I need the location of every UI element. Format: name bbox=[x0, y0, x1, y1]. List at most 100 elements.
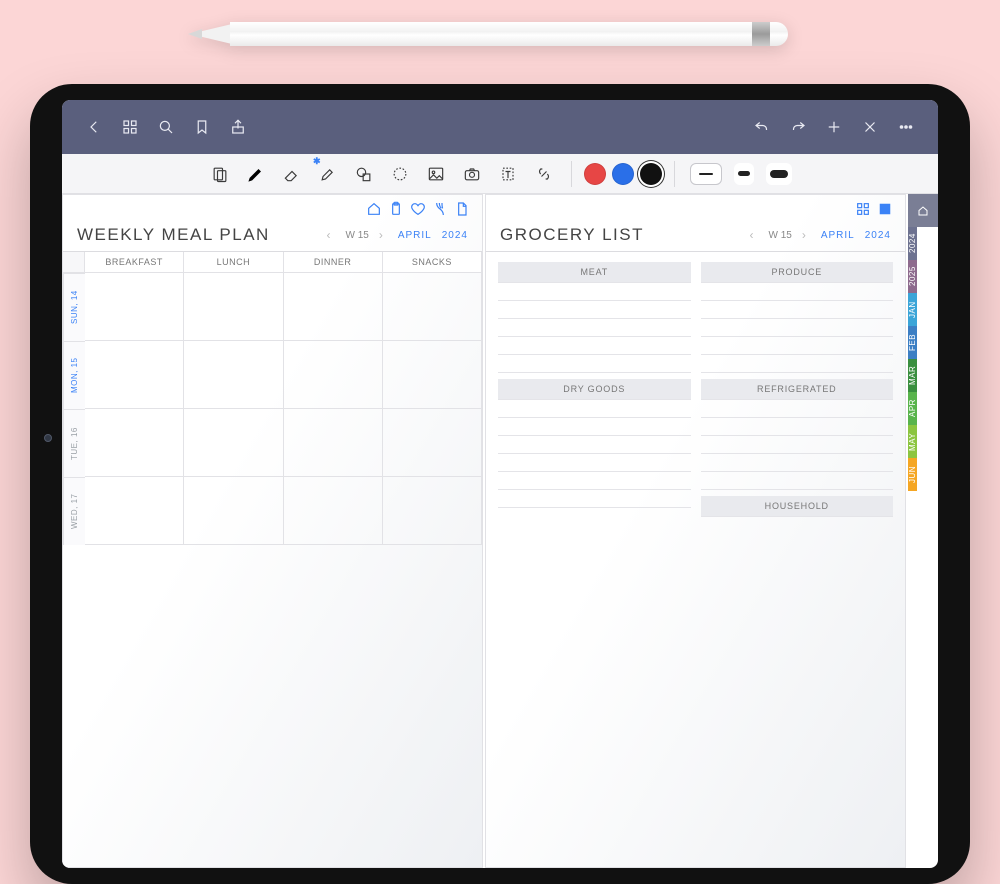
image-tool[interactable] bbox=[421, 159, 451, 189]
side-tab-home[interactable] bbox=[908, 194, 938, 227]
grocery-line[interactable] bbox=[498, 319, 691, 337]
shape-tool[interactable] bbox=[349, 159, 379, 189]
side-tab-apr[interactable]: APR bbox=[908, 392, 917, 425]
grocery-line[interactable] bbox=[498, 454, 691, 472]
meal-cell[interactable] bbox=[184, 409, 283, 477]
apple-pencil bbox=[190, 22, 810, 46]
stroke-size-1[interactable] bbox=[690, 163, 722, 185]
redo-button[interactable] bbox=[784, 113, 812, 141]
page-title-meal-plan: WEEKLY MEAL PLAN bbox=[77, 225, 270, 245]
share-button[interactable] bbox=[224, 113, 252, 141]
search-button[interactable] bbox=[152, 113, 180, 141]
year-label-r[interactable]: 2024 bbox=[865, 230, 891, 241]
pen-tool[interactable] bbox=[241, 159, 271, 189]
document-icon[interactable] bbox=[454, 201, 470, 217]
grocery-line[interactable] bbox=[498, 337, 691, 355]
grocery-section-header: REFRIGERATED bbox=[701, 379, 894, 399]
grocery-line[interactable] bbox=[498, 400, 691, 418]
tool-bar bbox=[62, 154, 938, 194]
eraser-tool[interactable] bbox=[277, 159, 307, 189]
grocery-line[interactable] bbox=[701, 301, 894, 319]
week-label: W 15 bbox=[346, 230, 369, 241]
grocery-line[interactable] bbox=[701, 454, 894, 472]
whisk-icon[interactable] bbox=[432, 201, 448, 217]
close-button[interactable] bbox=[856, 113, 884, 141]
grocery-line[interactable] bbox=[498, 472, 691, 490]
zoom-tool[interactable] bbox=[205, 159, 235, 189]
grocery-line[interactable] bbox=[498, 418, 691, 436]
week-next-r[interactable]: › bbox=[802, 228, 811, 242]
year-label[interactable]: 2024 bbox=[442, 230, 468, 241]
add-button[interactable] bbox=[820, 113, 848, 141]
heart-icon[interactable] bbox=[410, 201, 426, 217]
color-swatch-2[interactable] bbox=[640, 163, 662, 185]
back-button[interactable] bbox=[80, 113, 108, 141]
stroke-size-3[interactable] bbox=[766, 163, 792, 185]
meal-cell[interactable] bbox=[383, 477, 482, 545]
grocery-line[interactable] bbox=[498, 355, 691, 373]
meal-cell[interactable] bbox=[383, 341, 482, 409]
meal-cell[interactable] bbox=[284, 477, 383, 545]
grocery-line[interactable] bbox=[498, 490, 691, 508]
meal-cell[interactable] bbox=[85, 273, 184, 341]
page-meal-plan[interactable]: WEEKLY MEAL PLAN ‹ W 15 › APRIL 2024 BRE… bbox=[62, 194, 483, 868]
meal-cell[interactable] bbox=[184, 477, 283, 545]
grocery-line[interactable] bbox=[701, 319, 894, 337]
month-label[interactable]: APRIL bbox=[398, 230, 432, 241]
grocery-line[interactable] bbox=[701, 472, 894, 490]
meal-cell[interactable] bbox=[184, 341, 283, 409]
grocery-section-header: HOUSEHOLD bbox=[701, 496, 894, 516]
meal-cell[interactable] bbox=[85, 409, 184, 477]
meal-cell[interactable] bbox=[284, 273, 383, 341]
side-tab-2025[interactable]: 2025 bbox=[908, 260, 917, 293]
side-tab-mar[interactable]: MAR bbox=[908, 359, 917, 392]
link-tool[interactable] bbox=[529, 159, 559, 189]
home-icon[interactable] bbox=[366, 201, 382, 217]
camera-dot bbox=[44, 434, 52, 442]
side-tab-jun[interactable]: JUN bbox=[908, 458, 917, 491]
week-next[interactable]: › bbox=[379, 228, 388, 242]
side-tab-may[interactable]: MAY bbox=[908, 425, 917, 458]
grocery-line[interactable] bbox=[498, 283, 691, 301]
color-swatch-1[interactable] bbox=[612, 163, 634, 185]
clipboard-icon[interactable] bbox=[388, 201, 404, 217]
meal-cell[interactable] bbox=[85, 477, 184, 545]
week-prev-r[interactable]: ‹ bbox=[750, 228, 759, 242]
day-label[interactable]: WED, 17 bbox=[63, 477, 85, 545]
page-grocery-list[interactable]: GROCERY LIST ‹ W 15 › APRIL 2024 MEATDRY… bbox=[485, 194, 906, 868]
grocery-line[interactable] bbox=[701, 436, 894, 454]
meal-cell[interactable] bbox=[284, 409, 383, 477]
month-label-r[interactable]: APRIL bbox=[821, 230, 855, 241]
meal-cell[interactable] bbox=[383, 273, 482, 341]
bookmark-button[interactable] bbox=[188, 113, 216, 141]
thumbnails-button[interactable] bbox=[116, 113, 144, 141]
day-label[interactable]: MON, 15 bbox=[63, 341, 85, 409]
undo-button[interactable] bbox=[748, 113, 776, 141]
grocery-line[interactable] bbox=[498, 301, 691, 319]
day-label[interactable]: TUE, 16 bbox=[63, 409, 85, 477]
side-tab-feb[interactable]: FEB bbox=[908, 326, 917, 359]
lasso-tool[interactable] bbox=[385, 159, 415, 189]
day-label[interactable]: SUN, 14 bbox=[63, 273, 85, 341]
more-button[interactable] bbox=[892, 113, 920, 141]
camera-tool[interactable] bbox=[457, 159, 487, 189]
color-swatch-0[interactable] bbox=[584, 163, 606, 185]
grocery-line[interactable] bbox=[701, 283, 894, 301]
meal-cell[interactable] bbox=[85, 341, 184, 409]
meal-cell[interactable] bbox=[383, 409, 482, 477]
meal-cell[interactable] bbox=[284, 341, 383, 409]
side-tab-jan[interactable]: JAN bbox=[908, 293, 917, 326]
grid-icon[interactable] bbox=[855, 201, 871, 217]
stroke-size-2[interactable] bbox=[734, 163, 754, 185]
meal-column-header: SNACKS bbox=[383, 252, 482, 273]
grocery-line[interactable] bbox=[498, 436, 691, 454]
meal-cell[interactable] bbox=[184, 273, 283, 341]
grocery-line[interactable] bbox=[701, 418, 894, 436]
side-tab-2024[interactable]: 2024 bbox=[908, 227, 917, 260]
grocery-line[interactable] bbox=[701, 337, 894, 355]
grocery-line[interactable] bbox=[701, 355, 894, 373]
grocery-line[interactable] bbox=[701, 400, 894, 418]
text-tool[interactable] bbox=[493, 159, 523, 189]
week-prev[interactable]: ‹ bbox=[327, 228, 336, 242]
scan-icon[interactable] bbox=[877, 201, 893, 217]
